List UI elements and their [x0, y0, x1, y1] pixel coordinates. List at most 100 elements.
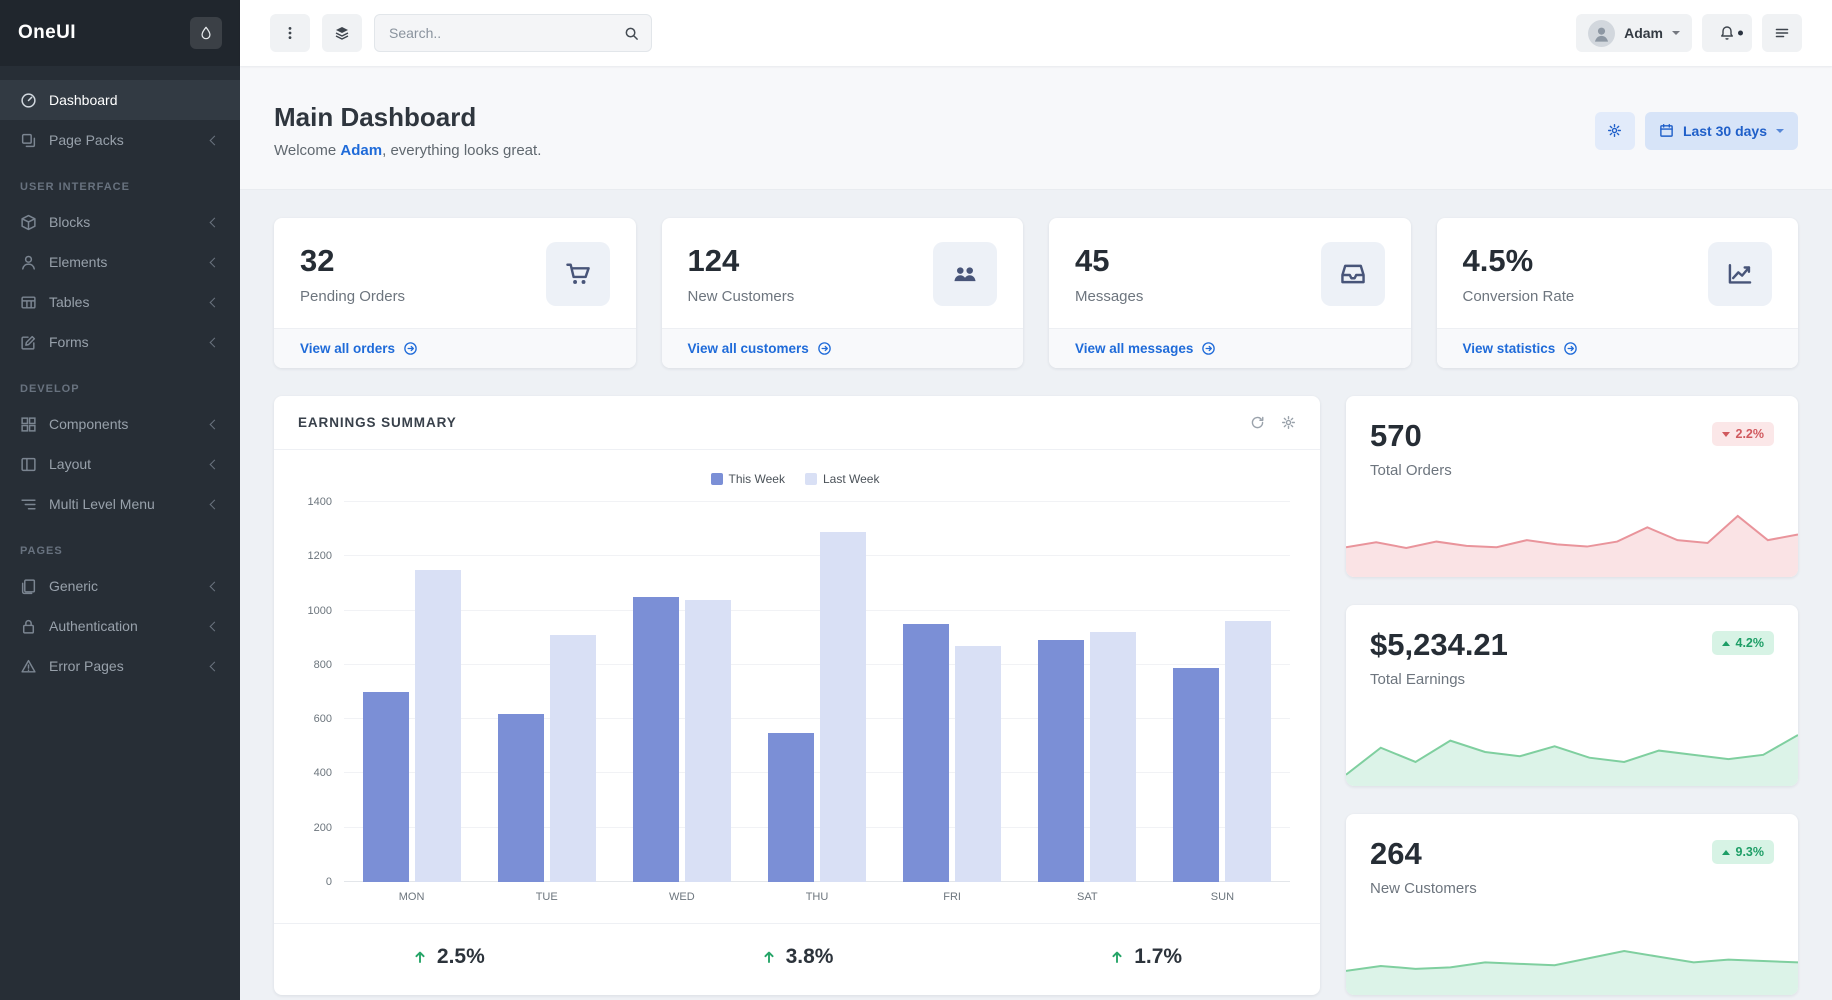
- y-tick-label: 1200: [308, 550, 332, 562]
- sidebar-item-multi-level-menu[interactable]: Multi Level Menu: [0, 484, 240, 524]
- stat-text: 45 Messages: [1075, 243, 1143, 305]
- summary-card-total-orders: 570 Total Orders 2.2%: [1346, 396, 1798, 577]
- search-group: [374, 14, 652, 52]
- sidebar-item-generic[interactable]: Generic: [0, 566, 240, 606]
- sidebar-section-label: PAGES: [20, 545, 220, 557]
- trend-up-icon: [1722, 641, 1730, 646]
- notification-dot: [1738, 31, 1743, 36]
- summary-value: 264: [1370, 836, 1477, 872]
- bar-this-week: [633, 597, 679, 882]
- view-all-messages-link[interactable]: View all messages: [1049, 328, 1411, 368]
- y-tick-label: 600: [314, 713, 332, 725]
- chevron-left-icon: [210, 257, 220, 267]
- bar-group: [1020, 502, 1155, 882]
- bar-last-week: [955, 646, 1001, 882]
- x-tick-label: MON: [344, 891, 479, 903]
- earnings-footer: 2.5% 3.8% 1.7%: [274, 923, 1320, 995]
- bar-last-week: [1090, 632, 1136, 882]
- kpi-column: 570 Total Orders 2.2%: [1346, 396, 1798, 995]
- view-statistics-link[interactable]: View statistics: [1437, 328, 1799, 368]
- sidebar-section-label: USER INTERFACE: [20, 181, 220, 193]
- y-axis: 0200400600800100012001400: [300, 502, 344, 882]
- warning-icon: [20, 658, 37, 675]
- stat-body: 124 New Customers: [662, 218, 1024, 328]
- sidebar-item-tables[interactable]: Tables: [0, 282, 240, 322]
- stat-value: 4.5%: [1463, 243, 1575, 279]
- sidebar-item-blocks[interactable]: Blocks: [0, 202, 240, 242]
- search-button[interactable]: [612, 15, 651, 51]
- dashboard-settings-button[interactable]: [1595, 112, 1635, 150]
- search-input[interactable]: [375, 25, 612, 41]
- notifications-button[interactable]: [1702, 14, 1752, 52]
- bars: [344, 502, 1290, 882]
- panel-tools: [1250, 415, 1296, 430]
- sidebar-header: OneUI: [0, 0, 240, 66]
- bar-this-week: [1173, 668, 1219, 882]
- sidebar-item-components[interactable]: Components: [0, 404, 240, 444]
- x-axis: MONTUEWEDTHUFRISATSUN: [344, 882, 1290, 903]
- bar-group: [479, 502, 614, 882]
- stat-text: 32 Pending Orders: [300, 243, 405, 305]
- chevron-down-icon: [1776, 129, 1784, 133]
- sidebar-item-dashboard[interactable]: Dashboard: [0, 80, 240, 120]
- sidebar-item-authentication[interactable]: Authentication: [0, 606, 240, 646]
- side-panel-toggle-button[interactable]: [1762, 14, 1802, 52]
- user-icon: [20, 254, 37, 271]
- summary-card-top: $5,234.21 Total Earnings 4.2%: [1370, 627, 1774, 688]
- date-range-button[interactable]: Last 30 days: [1645, 112, 1798, 150]
- layers-icon: [20, 132, 37, 149]
- bar-this-week: [498, 714, 544, 882]
- sidebar-item-label: Error Pages: [49, 658, 199, 674]
- x-tick-label: SUN: [1155, 891, 1290, 903]
- sidebar-item-label: Layout: [49, 456, 199, 472]
- view-all-orders-link[interactable]: View all orders: [274, 328, 636, 368]
- chevron-left-icon: [210, 621, 220, 631]
- earnings-footer-value: 1.7%: [1134, 945, 1182, 969]
- stacked-layers-icon: [334, 25, 350, 41]
- earnings-summary-panel: EARNINGS SUMMARY This WeekLast Week 0200…: [274, 396, 1320, 995]
- content-inner: 32 Pending Orders View all orders: [240, 190, 1832, 1000]
- view-all-customers-link[interactable]: View all customers: [662, 328, 1024, 368]
- apps-button[interactable]: [322, 14, 362, 52]
- avatar: [1588, 20, 1615, 47]
- users-icon: [933, 242, 997, 306]
- gear-icon[interactable]: [1281, 415, 1296, 430]
- earnings-footer-stat: 1.7%: [971, 945, 1320, 969]
- sidebar-item-forms[interactable]: Forms: [0, 322, 240, 362]
- y-tick-label: 800: [314, 659, 332, 671]
- y-tick-label: 200: [314, 822, 332, 834]
- summary-card-new-customers: 264 New Customers 9.3%: [1346, 814, 1798, 995]
- chevron-left-icon: [210, 499, 220, 509]
- sidebar-item-page-packs[interactable]: Page Packs: [0, 120, 240, 160]
- chevron-left-icon: [210, 419, 220, 429]
- trend-badge: 9.3%: [1712, 840, 1775, 864]
- bar-group: [614, 502, 749, 882]
- refresh-icon[interactable]: [1250, 415, 1265, 430]
- trend-badge-value: 4.2%: [1736, 636, 1765, 650]
- header-right-group: Adam: [1576, 14, 1802, 52]
- stat-label: New Customers: [688, 288, 795, 305]
- sidebar-item-label: Dashboard: [49, 92, 220, 108]
- user-menu-button[interactable]: Adam: [1576, 14, 1692, 52]
- sidebar-item-error-pages[interactable]: Error Pages: [0, 646, 240, 686]
- stat-body: 4.5% Conversion Rate: [1437, 218, 1799, 328]
- chevron-left-icon: [210, 581, 220, 591]
- sidebar-item-layout[interactable]: Layout: [0, 444, 240, 484]
- user-name: Adam: [1624, 25, 1663, 41]
- bar-group: [885, 502, 1020, 882]
- theme-droplet-button[interactable]: [190, 17, 222, 49]
- summary-card-top: 570 Total Orders 2.2%: [1370, 418, 1774, 479]
- page-content: Main Dashboard Welcome Adam, everything …: [240, 66, 1832, 1000]
- sidebar-item-elements[interactable]: Elements: [0, 242, 240, 282]
- bar-last-week: [685, 600, 731, 882]
- arrow-right-circle-icon: [817, 341, 832, 356]
- sidebar-item-label: Authentication: [49, 618, 199, 634]
- welcome-user-link[interactable]: Adam: [340, 142, 382, 159]
- droplet-icon: [199, 26, 213, 40]
- sidebar: OneUI Dashboard Page Packs USER INTERFAC…: [0, 0, 240, 1000]
- gauge-icon: [20, 92, 37, 109]
- sidebar-item-label: Blocks: [49, 214, 199, 230]
- x-tick-label: THU: [749, 891, 884, 903]
- table-icon: [20, 294, 37, 311]
- kebab-menu-button[interactable]: [270, 14, 310, 52]
